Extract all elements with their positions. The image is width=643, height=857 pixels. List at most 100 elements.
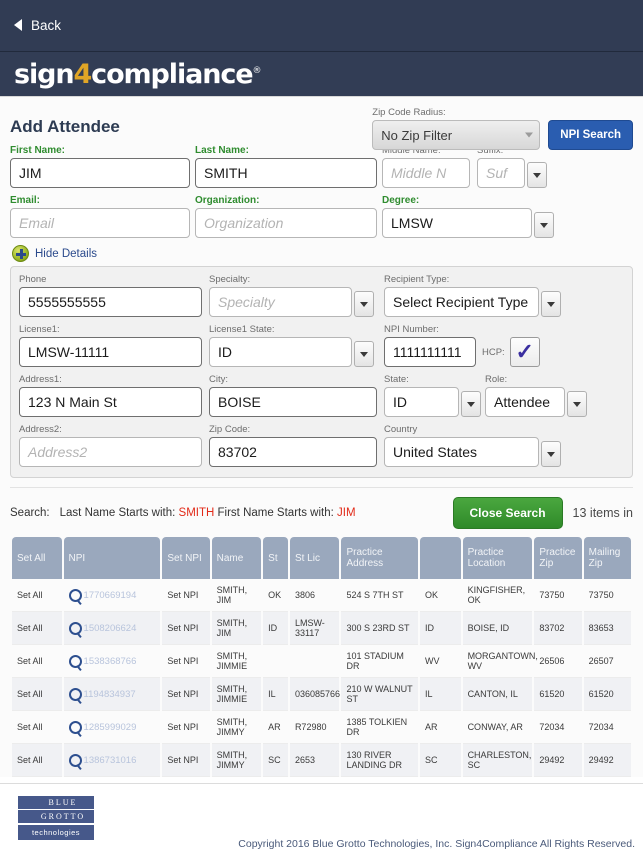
role-dropdown-button[interactable] (567, 391, 587, 417)
address-city-state-role-row: Address1: 123 N Main St City: BOISE Stat… (19, 374, 624, 417)
last-name-field-group: Last Name: SMITH (195, 145, 382, 188)
address1-input[interactable]: 123 N Main St (19, 387, 202, 417)
country-dropdown-button[interactable] (541, 441, 561, 467)
degree-field-group: Degree: LMSW (382, 195, 554, 238)
set-npi-link[interactable]: Set NPI (162, 678, 210, 711)
set-all-link[interactable]: Set All (12, 579, 62, 612)
column-header-name[interactable]: Name (211, 537, 262, 579)
search-icon[interactable] (68, 687, 82, 701)
table-row[interactable]: Set All 1770669194 Set NPI SMITH, JIM OK… (12, 579, 631, 612)
search-icon[interactable] (68, 654, 82, 668)
country-label: Country (384, 424, 418, 435)
license1-state-dropdown-button[interactable] (354, 341, 374, 367)
table-row[interactable]: Set All 1386731016 Set NPI SMITH, JIMMY … (12, 744, 631, 777)
npi-number[interactable]: 1770669194 (84, 590, 137, 601)
set-npi-link[interactable]: Set NPI (162, 711, 210, 744)
close-search-button[interactable]: Close Search (452, 497, 563, 529)
npi-number[interactable]: 1538368766 (84, 656, 137, 667)
search-icon[interactable] (68, 720, 82, 734)
license1-field-group: License1: LMSW-11111 (19, 324, 209, 367)
table-row[interactable]: Set All 1508206624 Set NPI SMITH, JIM ID… (12, 612, 631, 645)
npi-number[interactable]: 1194834937 (84, 689, 136, 700)
column-header-blank[interactable] (420, 537, 461, 579)
column-header-practice-zip[interactable]: Practice Zip (534, 537, 582, 579)
zip-radius-select[interactable]: No Zip Filter (372, 120, 541, 150)
column-header-practice-address[interactable]: Practice Address (341, 537, 419, 579)
last-name-input[interactable]: SMITH (195, 158, 377, 188)
column-header-practice-location[interactable]: Practice Location (462, 537, 533, 579)
provider-name: SMITH, JIMMIE (211, 678, 262, 711)
degree-input[interactable]: LMSW (382, 208, 532, 238)
npi-cell[interactable]: 1770669194 (63, 579, 161, 612)
table-row[interactable]: Set All 1538368766 Set NPI SMITH, JIMMIE… (12, 645, 631, 678)
npi-cell[interactable]: 1508206624 (63, 612, 161, 645)
specialty-input[interactable]: Specialty (209, 287, 352, 317)
set-npi-link[interactable]: Set NPI (162, 579, 210, 612)
npi-number[interactable]: 1386731016 (84, 755, 137, 766)
zip-code-input[interactable]: 83702 (209, 437, 377, 467)
npi-cell[interactable]: 1194834937 (63, 678, 161, 711)
recipient-type-dropdown-button[interactable] (541, 291, 561, 317)
first-name-criteria-label: First Name Starts with: (217, 507, 334, 519)
set-all-link[interactable]: Set All (12, 744, 62, 777)
license1-input[interactable]: LMSW-11111 (19, 337, 202, 367)
practice-address-cell: 300 S 23RD ST (341, 612, 419, 645)
back-button[interactable]: Back (14, 18, 61, 33)
zip-radius-group: Zip Code Radius: No Zip Filter NPI Searc… (372, 107, 633, 150)
table-row[interactable]: Set All 1194834937 Set NPI SMITH, JIMMIE… (12, 678, 631, 711)
back-button-label: Back (31, 18, 62, 33)
set-all-link[interactable]: Set All (12, 645, 62, 678)
address2-input[interactable]: Address2 (19, 437, 202, 467)
column-header-mailing-zip[interactable]: Mailing Zip (583, 537, 631, 579)
column-header-set-all[interactable]: Set All (12, 537, 62, 579)
set-all-link[interactable]: Set All (12, 678, 62, 711)
npi-number[interactable]: 1285999029 (84, 722, 137, 733)
state-input[interactable]: ID (384, 387, 459, 417)
search-icon[interactable] (68, 621, 82, 635)
search-icon[interactable] (68, 753, 82, 767)
suffix-dropdown-button[interactable] (527, 162, 547, 188)
npi-cell[interactable]: 1285999029 (63, 711, 161, 744)
set-all-link[interactable]: Set All (12, 711, 62, 744)
page-footer: BLUE GROTTO technologies Copyright 2016 … (0, 783, 643, 857)
provider-name: SMITH, JIMMIE (211, 645, 262, 678)
country-input[interactable]: United States (384, 437, 539, 467)
last-name-label: Last Name: (195, 145, 249, 156)
hide-details-toggle[interactable]: Hide Details (12, 245, 633, 262)
column-header-npi[interactable]: NPI (63, 537, 161, 579)
set-npi-link[interactable]: Set NPI (162, 645, 210, 678)
npi-number[interactable]: 1508206624 (84, 623, 137, 634)
npi-cell[interactable]: 1538368766 (63, 645, 161, 678)
set-npi-link[interactable]: Set NPI (162, 612, 210, 645)
hcp-checkbox[interactable]: ✓ (509, 337, 540, 367)
column-header-st[interactable]: St (263, 537, 288, 579)
city-input[interactable]: BOISE (209, 387, 377, 417)
column-header-set-npi[interactable]: Set NPI (162, 537, 210, 579)
address2-label: Address2: (19, 424, 62, 435)
npi-results-table: Set All NPI Set NPI Name St St Lic Pract… (10, 537, 633, 777)
mailing-zip-cell: 61520 (583, 678, 631, 711)
chevron-down-icon (547, 451, 555, 457)
organization-input[interactable]: Organization (195, 208, 377, 238)
suffix-input[interactable]: Suf (477, 158, 525, 188)
specialty-dropdown-button[interactable] (354, 291, 374, 317)
email-input[interactable]: Email (10, 208, 190, 238)
degree-dropdown-button[interactable] (534, 212, 554, 238)
phone-input[interactable]: 5555555555 (19, 287, 202, 317)
set-all-link[interactable]: Set All (12, 612, 62, 645)
set-npi-link[interactable]: Set NPI (162, 744, 210, 777)
middle-name-input[interactable]: Middle N (382, 158, 470, 188)
role-input[interactable]: Attendee (485, 387, 565, 417)
npi-number-input[interactable]: 1111111111 (384, 337, 476, 367)
npi-cell[interactable]: 1386731016 (63, 744, 161, 777)
search-icon[interactable] (68, 588, 82, 602)
recipient-type-input[interactable]: Select Recipient Type (384, 287, 539, 317)
npi-search-button[interactable]: NPI Search (548, 120, 633, 150)
column-header-st-lic[interactable]: St Lic (289, 537, 340, 579)
state-dropdown-button[interactable] (461, 391, 481, 417)
practice-state-cell: ID (420, 612, 461, 645)
license1-state-input[interactable]: ID (209, 337, 352, 367)
first-name-input[interactable]: JIM (10, 158, 190, 188)
chevron-down-icon (547, 301, 555, 307)
table-row[interactable]: Set All 1285999029 Set NPI SMITH, JIMMY … (12, 711, 631, 744)
